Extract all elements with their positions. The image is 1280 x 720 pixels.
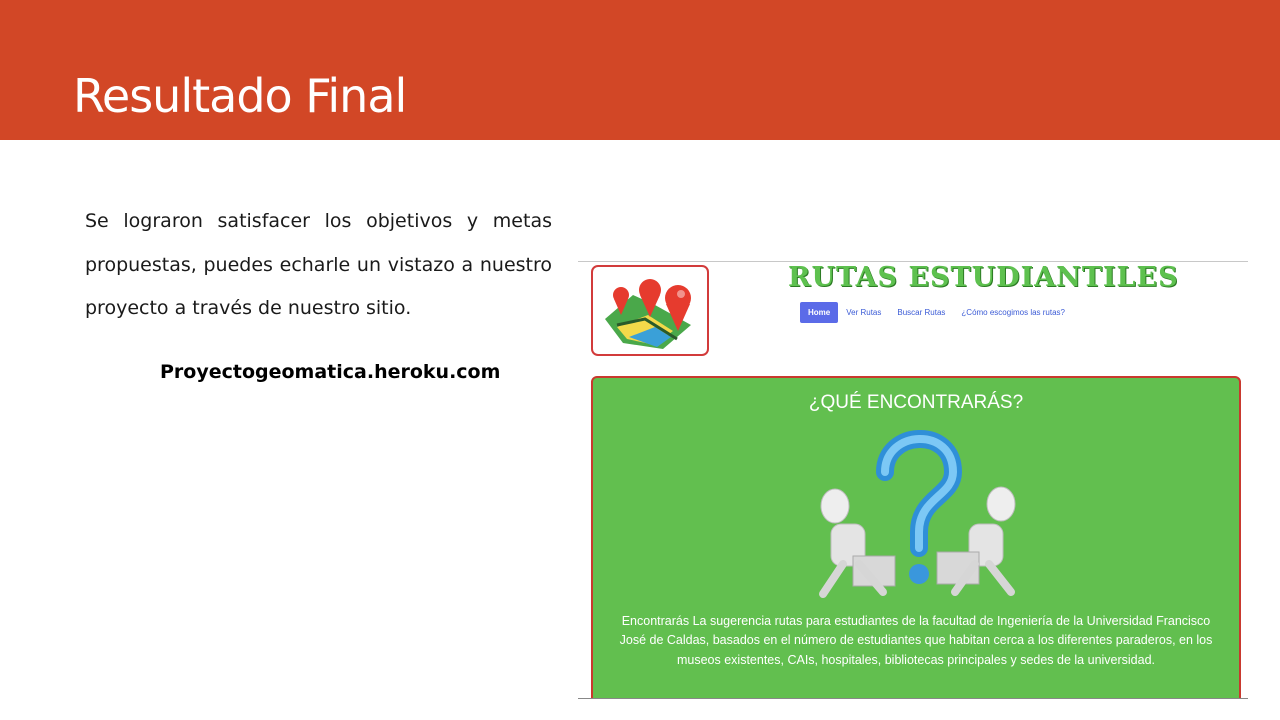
nav-home[interactable]: Home bbox=[800, 301, 839, 323]
site-logo bbox=[591, 265, 709, 356]
panel-heading: ¿QUÉ ENCONTRARÁS? bbox=[808, 392, 1024, 413]
site-nav: Home Ver Rutas Buscar Rutas ¿Cómo escogi… bbox=[800, 301, 1073, 323]
site-link[interactable]: Proyectogeomatica.heroku.com bbox=[160, 361, 500, 383]
website-screenshot: RUTAS ESTUDIANTILES Home Ver Rutas Busca… bbox=[578, 261, 1248, 699]
nav-ver-rutas[interactable]: Ver Rutas bbox=[838, 302, 889, 323]
nav-como-escogimos[interactable]: ¿Cómo escogimos las rutas? bbox=[953, 302, 1073, 323]
info-panel: ¿QUÉ ENCONTRARÁS? Encontrarás La sugeren… bbox=[591, 376, 1241, 698]
site-title: RUTAS ESTUDIANTILES bbox=[788, 262, 1179, 293]
slide-body-text: Se lograron satisfacer los objetivos y m… bbox=[85, 210, 552, 319]
map-pin-icon bbox=[605, 279, 691, 349]
panel-description: Encontrarás La sugerencia rutas para est… bbox=[619, 614, 1213, 667]
slide-title: Resultado Final bbox=[73, 69, 407, 123]
question-figures-illustration bbox=[819, 430, 1016, 598]
nav-buscar-rutas[interactable]: Buscar Rutas bbox=[889, 302, 953, 323]
